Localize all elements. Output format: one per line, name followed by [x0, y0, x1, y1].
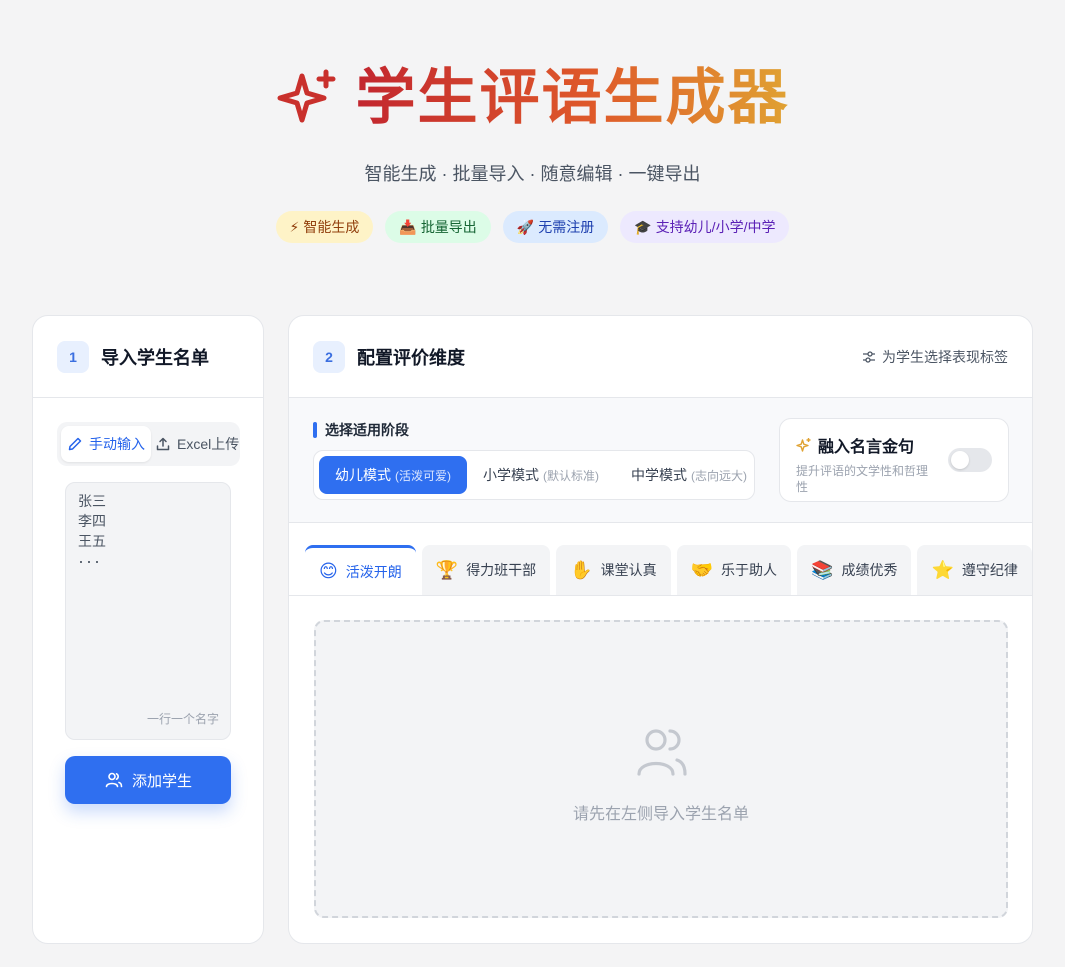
- stage-selector: 幼儿模式 (活泼可爱) 小学模式 (默认标准) 中学模式 (志向远大): [313, 450, 755, 500]
- books-icon: 📚: [811, 559, 834, 581]
- sparkle-icon: [277, 69, 335, 123]
- tab-excellent-grades[interactable]: 📚 成绩优秀: [797, 545, 912, 595]
- sparkles-icon: [796, 438, 811, 452]
- page-subtitle: 智能生成 · 批量导入 · 随意编辑 · 一键导出: [364, 164, 701, 184]
- excel-upload-label: Excel上传: [177, 436, 240, 452]
- tab-label: 得力班干部: [466, 562, 537, 578]
- section-accent-bar: [313, 422, 317, 438]
- star-icon: ⭐: [931, 559, 954, 581]
- feature-chip: 🎓 支持幼儿/小学/中学: [620, 211, 790, 243]
- stage-option-middle[interactable]: 中学模式 (志向远大): [615, 456, 754, 494]
- quote-option-desc: 提升评语的文学性和哲理性: [796, 464, 929, 494]
- toggle-knob: [951, 451, 969, 469]
- tab-disciplined[interactable]: ⭐ 遵守纪律: [917, 545, 1032, 595]
- panel-hint-text: 为学生选择表现标签: [882, 348, 1008, 365]
- quote-option-label: 融入名言金句: [818, 439, 915, 456]
- config-panel: 2 配置评价维度 为学生选择表现标签 选择适用阶段 幼儿模式 (活泼可爱) 小学…: [288, 315, 1033, 944]
- tab-helpful[interactable]: 🤝 乐于助人: [676, 545, 792, 595]
- import-panel-header: 1 导入学生名单: [33, 316, 263, 398]
- tab-label: 遵守纪律: [961, 562, 1018, 578]
- users-icon: [105, 772, 123, 788]
- trophy-icon: 🏆: [435, 559, 459, 581]
- lightning-icon: ⚡: [289, 218, 300, 235]
- add-students-label: 添加学生: [131, 772, 192, 790]
- page-title: 学生评语生成器: [356, 62, 790, 134]
- stage-label-text: 选择适用阶段: [325, 422, 409, 438]
- stage-settings: 选择适用阶段 幼儿模式 (活泼可爱) 小学模式 (默认标准) 中学模式 (志向远…: [289, 398, 1032, 523]
- chip-label: 无需注册: [538, 219, 595, 235]
- graduation-cap-icon: 🎓: [634, 218, 652, 235]
- chip-label: 批量导出: [420, 219, 477, 235]
- feature-chip: ⚡ 智能生成: [275, 211, 374, 243]
- manual-input-label: 手动输入: [89, 436, 145, 452]
- stage-option-label: 小学模式: [483, 467, 539, 483]
- manual-input-tab[interactable]: 手动输入: [61, 426, 151, 462]
- name-line: 李四: [78, 513, 106, 529]
- empty-state: 请先在左侧导入学生名单: [314, 620, 1008, 918]
- inbox-tray-icon: 📥: [399, 218, 417, 235]
- handshake-icon: 🤝: [690, 559, 714, 581]
- stage-option-sub: (志向远大): [691, 468, 747, 483]
- quote-option-card: 融入名言金句 提升评语的文学性和哲理性: [779, 418, 1009, 502]
- users-icon: [637, 729, 687, 776]
- stage-option-kindergarten[interactable]: 幼儿模式 (活泼可爱): [319, 456, 467, 494]
- tab-lively[interactable]: 😊 活泼开朗: [305, 545, 416, 595]
- tab-label: 课堂认真: [600, 562, 657, 578]
- stage-option-sub: (活泼可爱): [395, 468, 451, 483]
- name-line: 张三: [78, 493, 106, 509]
- stage-option-sub: (默认标准): [543, 468, 599, 483]
- tab-attentive[interactable]: ✋ 课堂认真: [556, 545, 671, 595]
- quote-toggle[interactable]: [948, 448, 992, 472]
- step-badge: 1: [57, 340, 89, 373]
- trait-tabs: 😊 活泼开朗 🏆 得力班干部 ✋ 课堂认真 🤝 乐于助人 📚 成绩优秀 ⭐ 遵守…: [305, 545, 1032, 595]
- step-badge: 2: [313, 340, 345, 373]
- name-line: ···: [78, 551, 102, 571]
- title-row: 学生评语生成器: [0, 62, 1065, 134]
- panel-title: 导入学生名单: [101, 347, 209, 368]
- chip-label: 智能生成: [303, 219, 360, 235]
- stage-section-label: 选择适用阶段: [313, 420, 409, 440]
- textarea-hint: 一行一个名字: [146, 712, 219, 726]
- panel-title: 配置评价维度: [357, 347, 465, 368]
- panel-hint: 为学生选择表现标签: [862, 347, 1008, 367]
- feature-chip: 🚀 无需注册: [502, 211, 609, 243]
- feature-chips: ⚡ 智能生成 📥 批量导出 🚀 无需注册 🎓 支持幼儿/小学/中学: [0, 211, 1065, 243]
- excel-upload-tab[interactable]: Excel上传: [151, 426, 243, 462]
- student-names-textarea[interactable]: 张三 李四 王五 ··· 一行一个名字: [65, 482, 231, 740]
- pencil-icon: [68, 437, 82, 451]
- stage-option-primary[interactable]: 小学模式 (默认标准): [467, 456, 615, 494]
- tab-label: 成绩优秀: [841, 562, 898, 578]
- stage-option-label: 中学模式: [631, 467, 687, 483]
- import-panel: 1 导入学生名单 手动输入 Excel上传 张三 李四 王五 ··· 一行一个名…: [32, 315, 264, 944]
- tabs-divider: [289, 595, 1032, 596]
- input-mode-switch: 手动输入 Excel上传: [57, 422, 240, 466]
- smile-icon: 😊: [319, 561, 338, 582]
- chip-label: 支持幼儿/小学/中学: [655, 219, 776, 235]
- raised-hand-icon: ✋: [570, 559, 593, 581]
- rocket-icon: 🚀: [516, 218, 535, 235]
- empty-state-text: 请先在左侧导入学生名单: [572, 806, 749, 823]
- add-students-button[interactable]: 添加学生: [65, 756, 231, 804]
- upload-icon: [156, 437, 170, 451]
- tab-label: 乐于助人: [721, 562, 778, 578]
- stage-option-label: 幼儿模式: [335, 467, 391, 483]
- sliders-icon: [863, 350, 875, 363]
- name-line: 王五: [78, 533, 106, 549]
- tab-label: 活泼开朗: [345, 563, 402, 580]
- tab-class-leader[interactable]: 🏆 得力班干部: [421, 545, 551, 595]
- config-panel-header: 2 配置评价维度 为学生选择表现标签: [289, 316, 1032, 398]
- feature-chip: 📥 批量导出: [385, 211, 491, 243]
